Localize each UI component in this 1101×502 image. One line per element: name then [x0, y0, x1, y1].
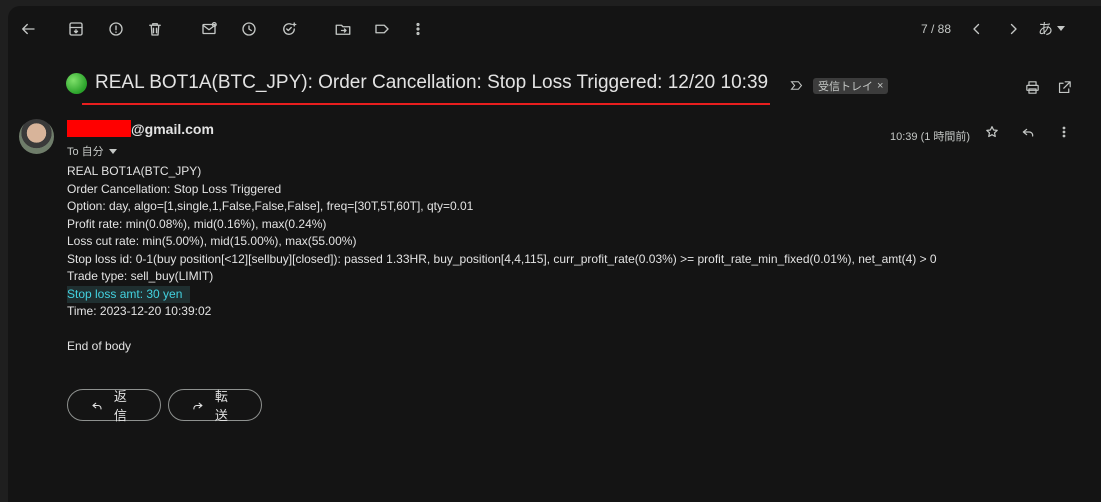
print-icon[interactable]: [1021, 76, 1043, 98]
mail-frame: 7 / 88 あ REAL BOT1A(BTC_JPY): Order Canc…: [8, 6, 1101, 502]
more-vertical-icon[interactable]: [406, 17, 430, 41]
toolbar: 7 / 88 あ: [8, 6, 1101, 52]
email-body: REAL BOT1A(BTC_JPY) Order Cancellation: …: [67, 163, 937, 356]
redacted-sender-name: [67, 120, 131, 137]
body-line: REAL BOT1A(BTC_JPY): [67, 164, 202, 178]
body-line: End of body: [67, 339, 132, 353]
stop-loss-amount: Stop loss amt: 30 yen: [67, 285, 191, 303]
sender-address[interactable]: @gmail.com: [67, 120, 214, 137]
inbox-label-text: 受信トレイ: [818, 81, 873, 93]
open-in-new-window-icon[interactable]: [1053, 76, 1075, 98]
back-arrow-icon[interactable]: [16, 17, 40, 41]
report-spam-icon[interactable]: [104, 17, 128, 41]
subject-underline: [82, 103, 770, 105]
message-counter: 7 / 88: [921, 22, 952, 36]
recipient-details[interactable]: To 自分: [67, 143, 117, 159]
body-line: Stop loss id: 0-1(buy position[<12][sell…: [67, 251, 937, 266]
subject-row: REAL BOT1A(BTC_JPY): Order Cancellation:…: [66, 68, 768, 98]
green-circle-icon: [66, 72, 87, 94]
next-chevron-icon[interactable]: [1001, 17, 1025, 41]
input-method-selector[interactable]: あ: [1038, 18, 1066, 39]
importance-marker-icon[interactable]: [789, 78, 804, 98]
forward-icon: [193, 402, 203, 409]
add-task-icon[interactable]: [277, 17, 301, 41]
highlighted-body-line: Stop loss amt: 30 yen: [67, 285, 937, 303]
previous-chevron-icon[interactable]: [965, 17, 989, 41]
chevron-down-icon: [108, 148, 117, 154]
body-line: Trade type: sell_buy(LIMIT): [67, 269, 214, 283]
chevron-down-icon: [1057, 26, 1066, 31]
snooze-clock-icon[interactable]: [237, 17, 261, 41]
mark-unread-icon[interactable]: [197, 17, 221, 41]
body-line: Option: day, algo=[1,single,1,False,Fals…: [67, 199, 474, 213]
star-icon[interactable]: [981, 121, 1003, 143]
input-method-label: あ: [1038, 21, 1054, 38]
forward-button[interactable]: 転送: [168, 389, 262, 423]
more-vertical-icon[interactable]: [1053, 121, 1075, 143]
reply-icon: [92, 402, 102, 409]
move-to-folder-icon[interactable]: [331, 17, 355, 41]
body-line: Order Cancellation: Stop Loss Triggered: [67, 181, 282, 196]
archive-icon[interactable]: [64, 17, 88, 41]
reply-icon[interactable]: [1017, 121, 1039, 143]
body-line: Loss cut rate: min(5.00%), mid(15.00%), …: [67, 234, 357, 248]
message-timestamp: 10:39 (1 時間前): [890, 131, 971, 143]
body-line: Profit rate: min(0.08%), mid(0.16%), max…: [67, 216, 327, 231]
delete-icon[interactable]: [143, 17, 167, 41]
recipient-label: To 自分: [67, 146, 104, 158]
reply-button-label: 返信: [113, 389, 127, 423]
inbox-label-chip[interactable]: 受信トレイ ×: [813, 78, 889, 94]
avatar[interactable]: [19, 119, 54, 154]
label-icon[interactable]: [370, 17, 394, 41]
reply-button[interactable]: 返信: [67, 389, 161, 423]
sender-domain: @gmail.com: [131, 120, 214, 137]
remove-label-icon[interactable]: ×: [877, 80, 883, 92]
forward-button-label: 転送: [214, 389, 228, 423]
body-line: Time: 2023-12-20 10:39:02: [67, 304, 212, 318]
email-subject: REAL BOT1A(BTC_JPY): Order Cancellation:…: [95, 72, 769, 93]
